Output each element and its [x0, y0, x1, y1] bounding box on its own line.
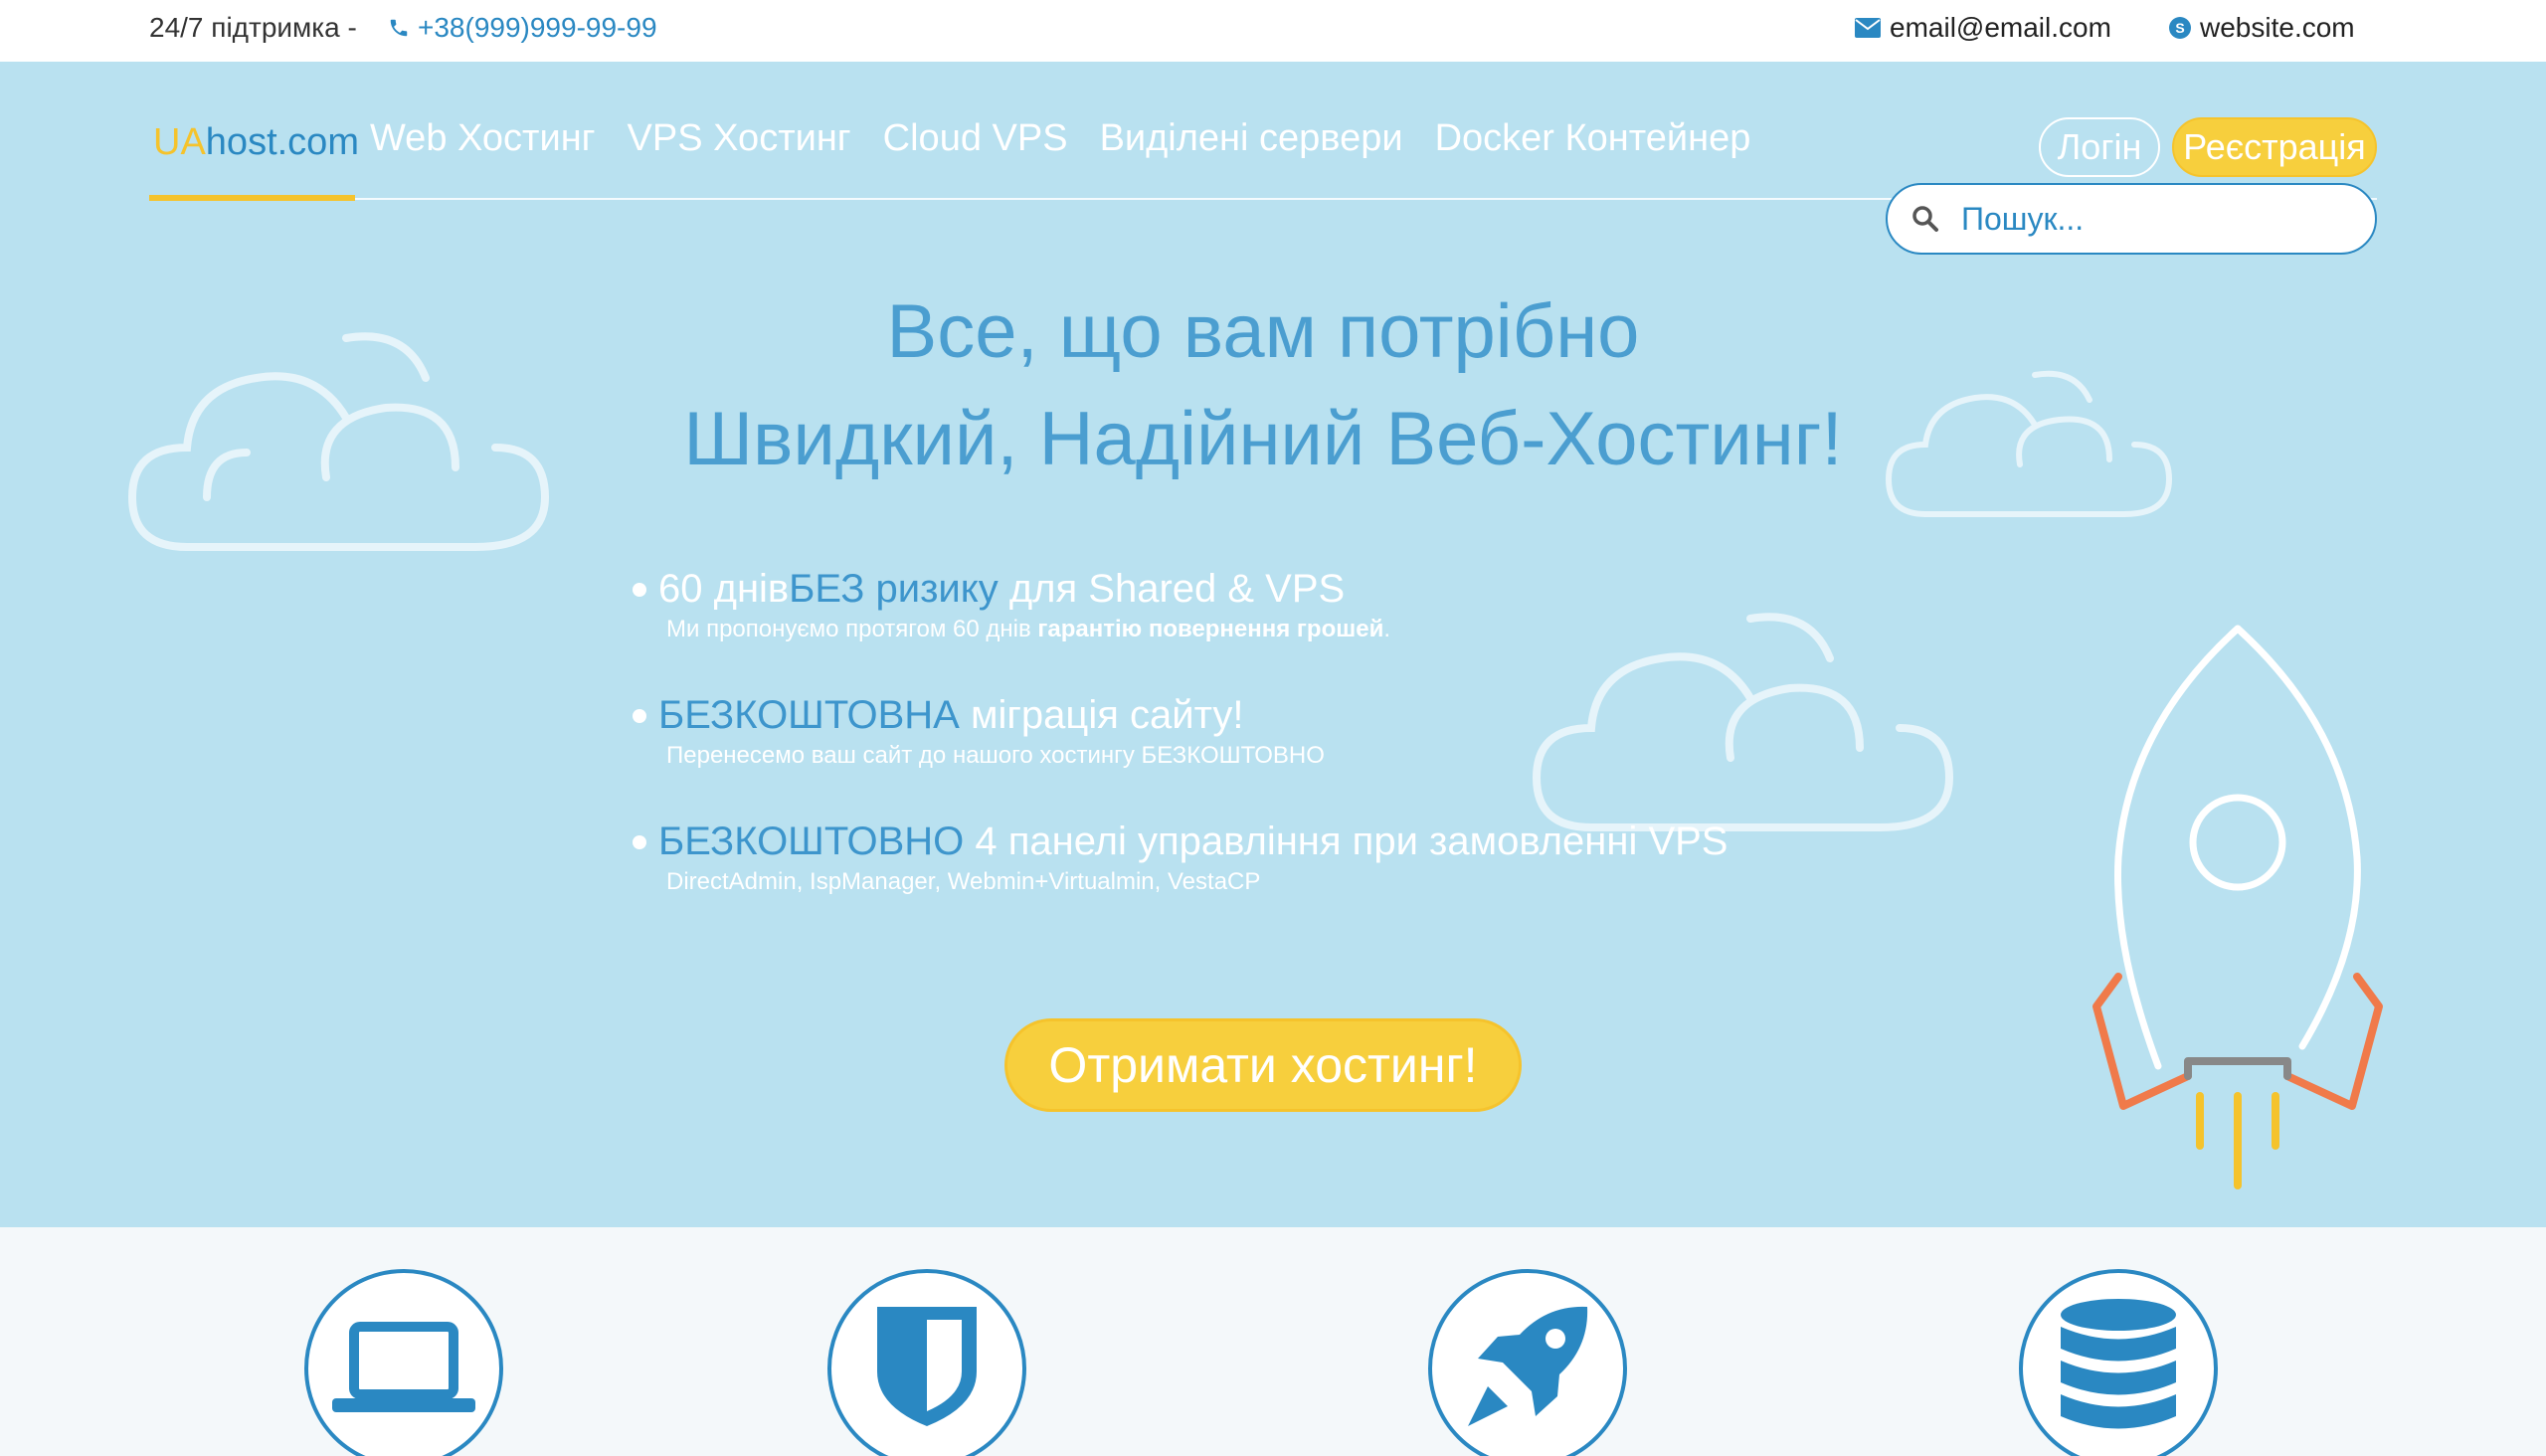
hero-section: UAhost.com Web Хостинг VPS Хостинг Cloud…	[0, 62, 2546, 1227]
feature-description: Перенесемо ваш сайт до нашого хостингу Б…	[666, 742, 1325, 769]
email-link[interactable]: email@email.com	[1854, 12, 2111, 44]
skype-icon: S	[2168, 16, 2192, 40]
features-list: 60 днів БЕЗ ризику для Shared & VPS Ми п…	[633, 567, 1728, 946]
envelope-icon	[1854, 17, 1882, 39]
feature-highlight: БЕЗ ризику	[789, 567, 999, 611]
phone-link[interactable]: +38(999)999-99-99	[388, 12, 657, 44]
register-button[interactable]: Реєстрація	[2172, 117, 2377, 177]
nav-cloud-vps[interactable]: Cloud VPS	[883, 117, 1068, 160]
support-label: 24/7 підтримка -	[149, 12, 357, 43]
shield-icon	[872, 1302, 982, 1436]
search-box	[1886, 183, 2377, 255]
active-nav-underline	[149, 195, 355, 201]
feature-item: 60 днів БЕЗ ризику для Shared & VPS Ми п…	[633, 567, 1728, 643]
phone-number: +38(999)999-99-99	[418, 12, 657, 43]
get-hosting-button[interactable]: Отримати хостинг!	[1004, 1018, 1522, 1112]
nav-docker-container[interactable]: Docker Контейнер	[1435, 117, 1751, 160]
feature-icons-section	[0, 1227, 2546, 1456]
nav-web-hosting[interactable]: Web Хостинг	[370, 117, 596, 160]
laptop-circle[interactable]	[304, 1269, 503, 1456]
search-icon[interactable]	[1911, 205, 1939, 233]
feature-item: БЕЗКОШТОВНО 4 панелі управління при замо…	[633, 819, 1728, 896]
nav-dedicated-servers[interactable]: Виділені сервери	[1100, 117, 1403, 160]
website-address: website.com	[2200, 12, 2355, 43]
feature-description: Ми пропонуємо протягом 60 днів гарантію …	[666, 616, 1391, 642]
bullet-icon	[633, 582, 646, 597]
hero-headline-1: Все, що вам потрібно	[886, 289, 1640, 374]
feature-highlight: БЕЗКОШТОВНО	[658, 819, 965, 863]
database-circle[interactable]	[2019, 1269, 2218, 1456]
phone-icon	[388, 17, 410, 39]
top-bar: 24/7 підтримка - +38(999)999-99-99 email…	[0, 0, 2546, 62]
login-button[interactable]: Логін	[2039, 117, 2160, 177]
hero-headline-2: Швидкий, Надійний Веб-Хостинг!	[683, 397, 1843, 481]
svg-text:S: S	[2175, 20, 2184, 36]
rocket-illustration-icon	[2092, 625, 2383, 1189]
feature-description: DirectAdmin, IspManager, Webmin+Virtualm…	[666, 868, 1261, 895]
rocket-icon	[1458, 1297, 1597, 1441]
bullet-icon	[633, 834, 646, 849]
nav-links: Web Хостинг VPS Хостинг Cloud VPS Виділе…	[370, 117, 1750, 160]
rocket-circle[interactable]	[1428, 1269, 1627, 1456]
shield-circle[interactable]	[827, 1269, 1026, 1456]
laptop-icon	[329, 1317, 478, 1421]
search-input[interactable]	[1961, 200, 2339, 238]
nav-vps-hosting[interactable]: VPS Хостинг	[628, 117, 851, 160]
database-icon	[2054, 1297, 2183, 1441]
website-link[interactable]: S website.com	[2168, 12, 2355, 44]
email-address: email@email.com	[1890, 12, 2111, 43]
feature-highlight: БЕЗКОШТОВНА	[658, 693, 960, 737]
site-logo[interactable]: UAhost.com	[153, 121, 359, 164]
feature-item: БЕЗКОШТОВНА міграція сайту! Перенесемо в…	[633, 693, 1728, 770]
bullet-icon	[633, 708, 646, 723]
